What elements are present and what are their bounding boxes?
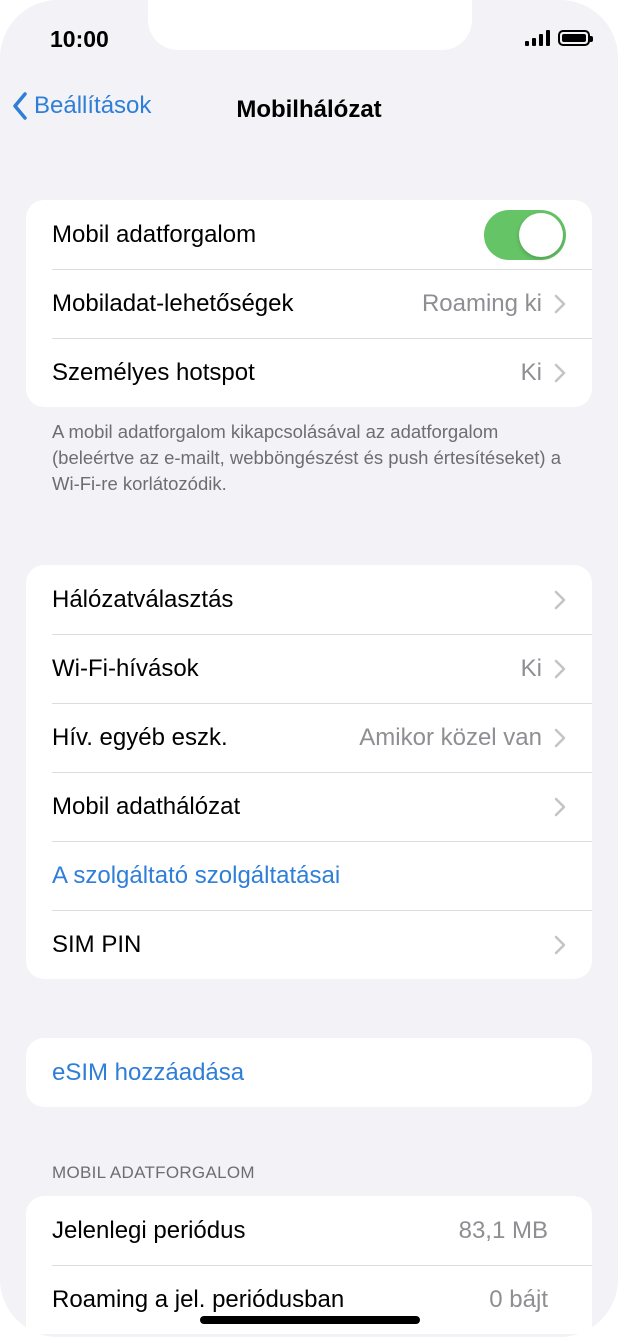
chevron-right-icon [554, 797, 566, 816]
personal-hotspot-row[interactable]: Személyes hotspot Ki [26, 338, 592, 407]
status-bar: 10:00 [0, 0, 618, 80]
signal-icon [525, 30, 550, 46]
roaming-period-label: Roaming a jel. periódusban [52, 1285, 345, 1313]
network-selection-row[interactable]: Hálózatválasztás [26, 565, 592, 634]
esim-group: eSIM hozzáadása [26, 1038, 592, 1107]
status-icons [525, 30, 593, 46]
sim-pin-row[interactable]: SIM PIN [26, 910, 592, 979]
home-indicator[interactable] [200, 1316, 420, 1324]
status-time: 10:00 [50, 26, 109, 52]
current-period-row: Jelenlegi periódus 83,1 MB [26, 1196, 592, 1265]
cellular-data-group: Mobil adatforgalom Mobiladat-lehetőségek… [26, 200, 592, 407]
personal-hotspot-label: Személyes hotspot [52, 358, 255, 386]
notch [148, 0, 472, 50]
chevron-right-icon [554, 363, 566, 382]
add-esim-label: eSIM hozzáadása [52, 1058, 245, 1086]
add-esim-button[interactable]: eSIM hozzáadása [26, 1038, 592, 1107]
roaming-period-value: 0 bájt [489, 1285, 548, 1313]
navigation-bar: Beállítások Mobilhálózat [0, 88, 618, 132]
carrier-services-label: A szolgáltató szolgáltatásai [52, 861, 341, 889]
current-period-value: 83,1 MB [458, 1216, 548, 1244]
mobile-data-label: Mobil adatforgalom [52, 220, 257, 248]
battery-icon [558, 30, 593, 46]
mobile-data-toggle[interactable] [484, 209, 566, 260]
calls-other-devices-value: Amikor közel van [359, 723, 542, 751]
chevron-right-icon [554, 659, 566, 678]
wifi-calling-value: Ki [520, 654, 542, 682]
mobile-data-options-row[interactable]: Mobiladat-lehetőségek Roaming ki [26, 269, 592, 338]
calls-other-devices-row[interactable]: Hív. egyéb eszk. Amikor közel van [26, 703, 592, 772]
sim-pin-label: SIM PIN [52, 930, 142, 958]
mobile-data-row: Mobil adatforgalom [26, 200, 592, 269]
mobile-data-footnote: A mobil adatforgalom kikapcsolásával az … [52, 421, 562, 494]
current-period-label: Jelenlegi periódus [52, 1216, 246, 1244]
page-title: Mobilhálózat [236, 96, 382, 123]
mobile-data-options-value: Roaming ki [421, 289, 542, 317]
wifi-calling-row[interactable]: Wi-Fi-hívások Ki [26, 634, 592, 703]
usage-group: Jelenlegi periódus 83,1 MB Roaming a jel… [26, 1196, 592, 1334]
phone-screen: 10:00 Beállítások Mobilhálózat Mobil ada… [0, 0, 618, 1337]
chevron-right-icon [554, 590, 566, 609]
chevron-right-icon [554, 935, 566, 954]
network-selection-label: Hálózatválasztás [52, 585, 234, 613]
personal-hotspot-value: Ki [520, 358, 542, 386]
carrier-services-link[interactable]: A szolgáltató szolgáltatásai [26, 841, 592, 910]
chevron-right-icon [554, 294, 566, 313]
usage-section-header: MOBIL ADATFORGALOM [52, 1163, 255, 1182]
calls-other-devices-label: Hív. egyéb eszk. [52, 723, 228, 751]
network-group: Hálózatválasztás Wi-Fi-hívások Ki Hív. e… [26, 565, 592, 979]
chevron-right-icon [554, 728, 566, 747]
mobile-data-options-label: Mobiladat-lehetőségek [52, 289, 294, 317]
mobile-data-network-row[interactable]: Mobil adathálózat [26, 772, 592, 841]
mobile-data-network-label: Mobil adathálózat [52, 792, 241, 820]
toggle-knob [519, 212, 563, 257]
wifi-calling-label: Wi-Fi-hívások [52, 654, 199, 682]
